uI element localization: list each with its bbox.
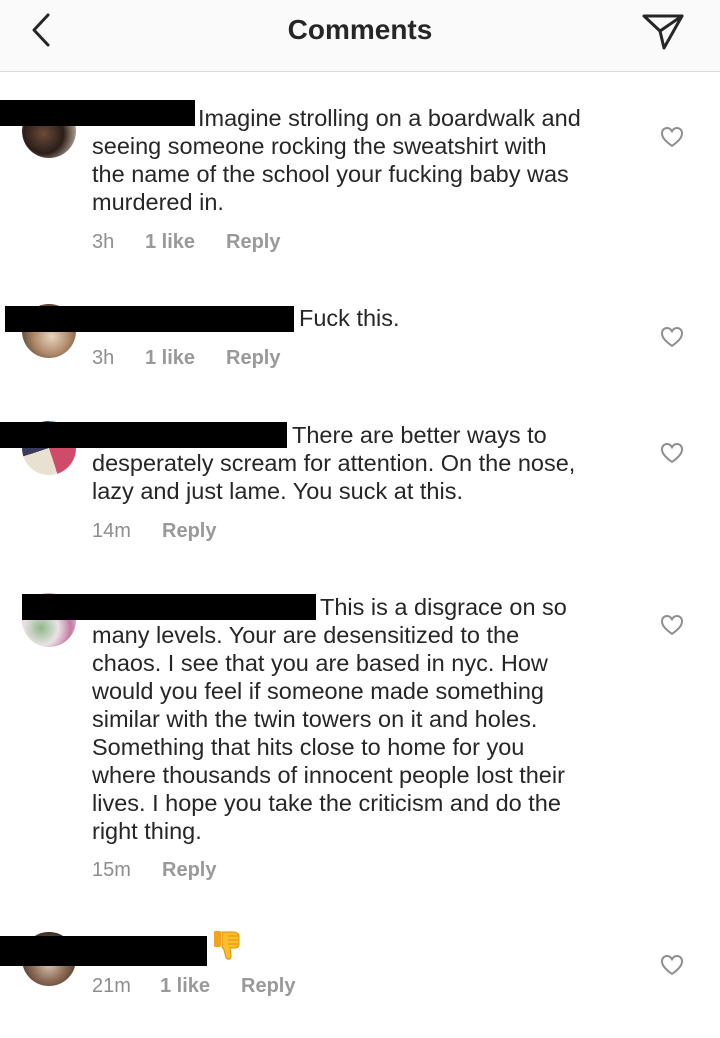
comment-text: right thing. <box>92 818 202 844</box>
redacted-username <box>0 100 195 126</box>
comment-text: would you feel if someone made something <box>92 678 544 704</box>
comment-text: murdered in. <box>92 189 224 215</box>
comment-text: similar with the twin towers on it and h… <box>92 706 538 732</box>
page-title: Comments <box>287 14 433 45</box>
comment-text: the name of the school your fucking baby… <box>92 161 569 187</box>
comment-text: where thousands of innocent people lost … <box>92 762 565 788</box>
comment-text: many levels. Your are desensitized to th… <box>92 622 520 648</box>
comment-time: 15m <box>92 859 131 881</box>
comment-time: 3h <box>92 347 115 369</box>
heart-icon[interactable] <box>660 614 684 636</box>
heart-icon[interactable] <box>660 442 684 464</box>
comment-text: Fuck this. <box>299 305 400 331</box>
heart-icon[interactable] <box>660 954 684 976</box>
comment-text: This is a disgrace on so <box>320 594 567 620</box>
heart-icon[interactable] <box>660 126 684 148</box>
redacted-username <box>22 594 316 620</box>
comment-text: lazy and just lame. You suck at this. <box>92 478 463 504</box>
redacted-username <box>0 422 287 448</box>
comment-text: desperately scream for attention. On the… <box>92 450 576 476</box>
comment-text: seeing someone rocking the sweatshirt wi… <box>92 133 547 159</box>
comment-time: 3h <box>92 231 115 253</box>
thumbs-down-emoji <box>214 931 240 960</box>
comment-text: Something that hits close to home for yo… <box>92 734 525 760</box>
reply-button[interactable]: Reply <box>162 859 216 882</box>
reply-button[interactable]: Reply <box>226 347 280 370</box>
reply-button[interactable]: Reply <box>162 520 216 543</box>
comment-text: lives. I hope you take the criticism and… <box>92 790 561 816</box>
heart-icon[interactable] <box>660 326 684 348</box>
likes-count[interactable]: 1 like <box>145 231 195 254</box>
header-bar: Comments <box>0 0 720 72</box>
reply-button[interactable]: Reply <box>226 231 280 254</box>
comment-text: There are better ways to <box>292 422 547 448</box>
comment-time: 21m <box>92 975 131 997</box>
reply-button[interactable]: Reply <box>241 975 295 998</box>
comment-text: chaos. I see that you are based in nyc. … <box>92 650 548 676</box>
comment-text: Imagine strolling on a boardwalk and <box>198 105 581 131</box>
redacted-username <box>0 936 207 966</box>
send-icon[interactable] <box>640 10 686 52</box>
likes-count[interactable]: 1 like <box>145 347 195 370</box>
redacted-username <box>5 306 294 332</box>
comment-time: 14m <box>92 520 131 542</box>
likes-count[interactable]: 1 like <box>160 975 210 998</box>
